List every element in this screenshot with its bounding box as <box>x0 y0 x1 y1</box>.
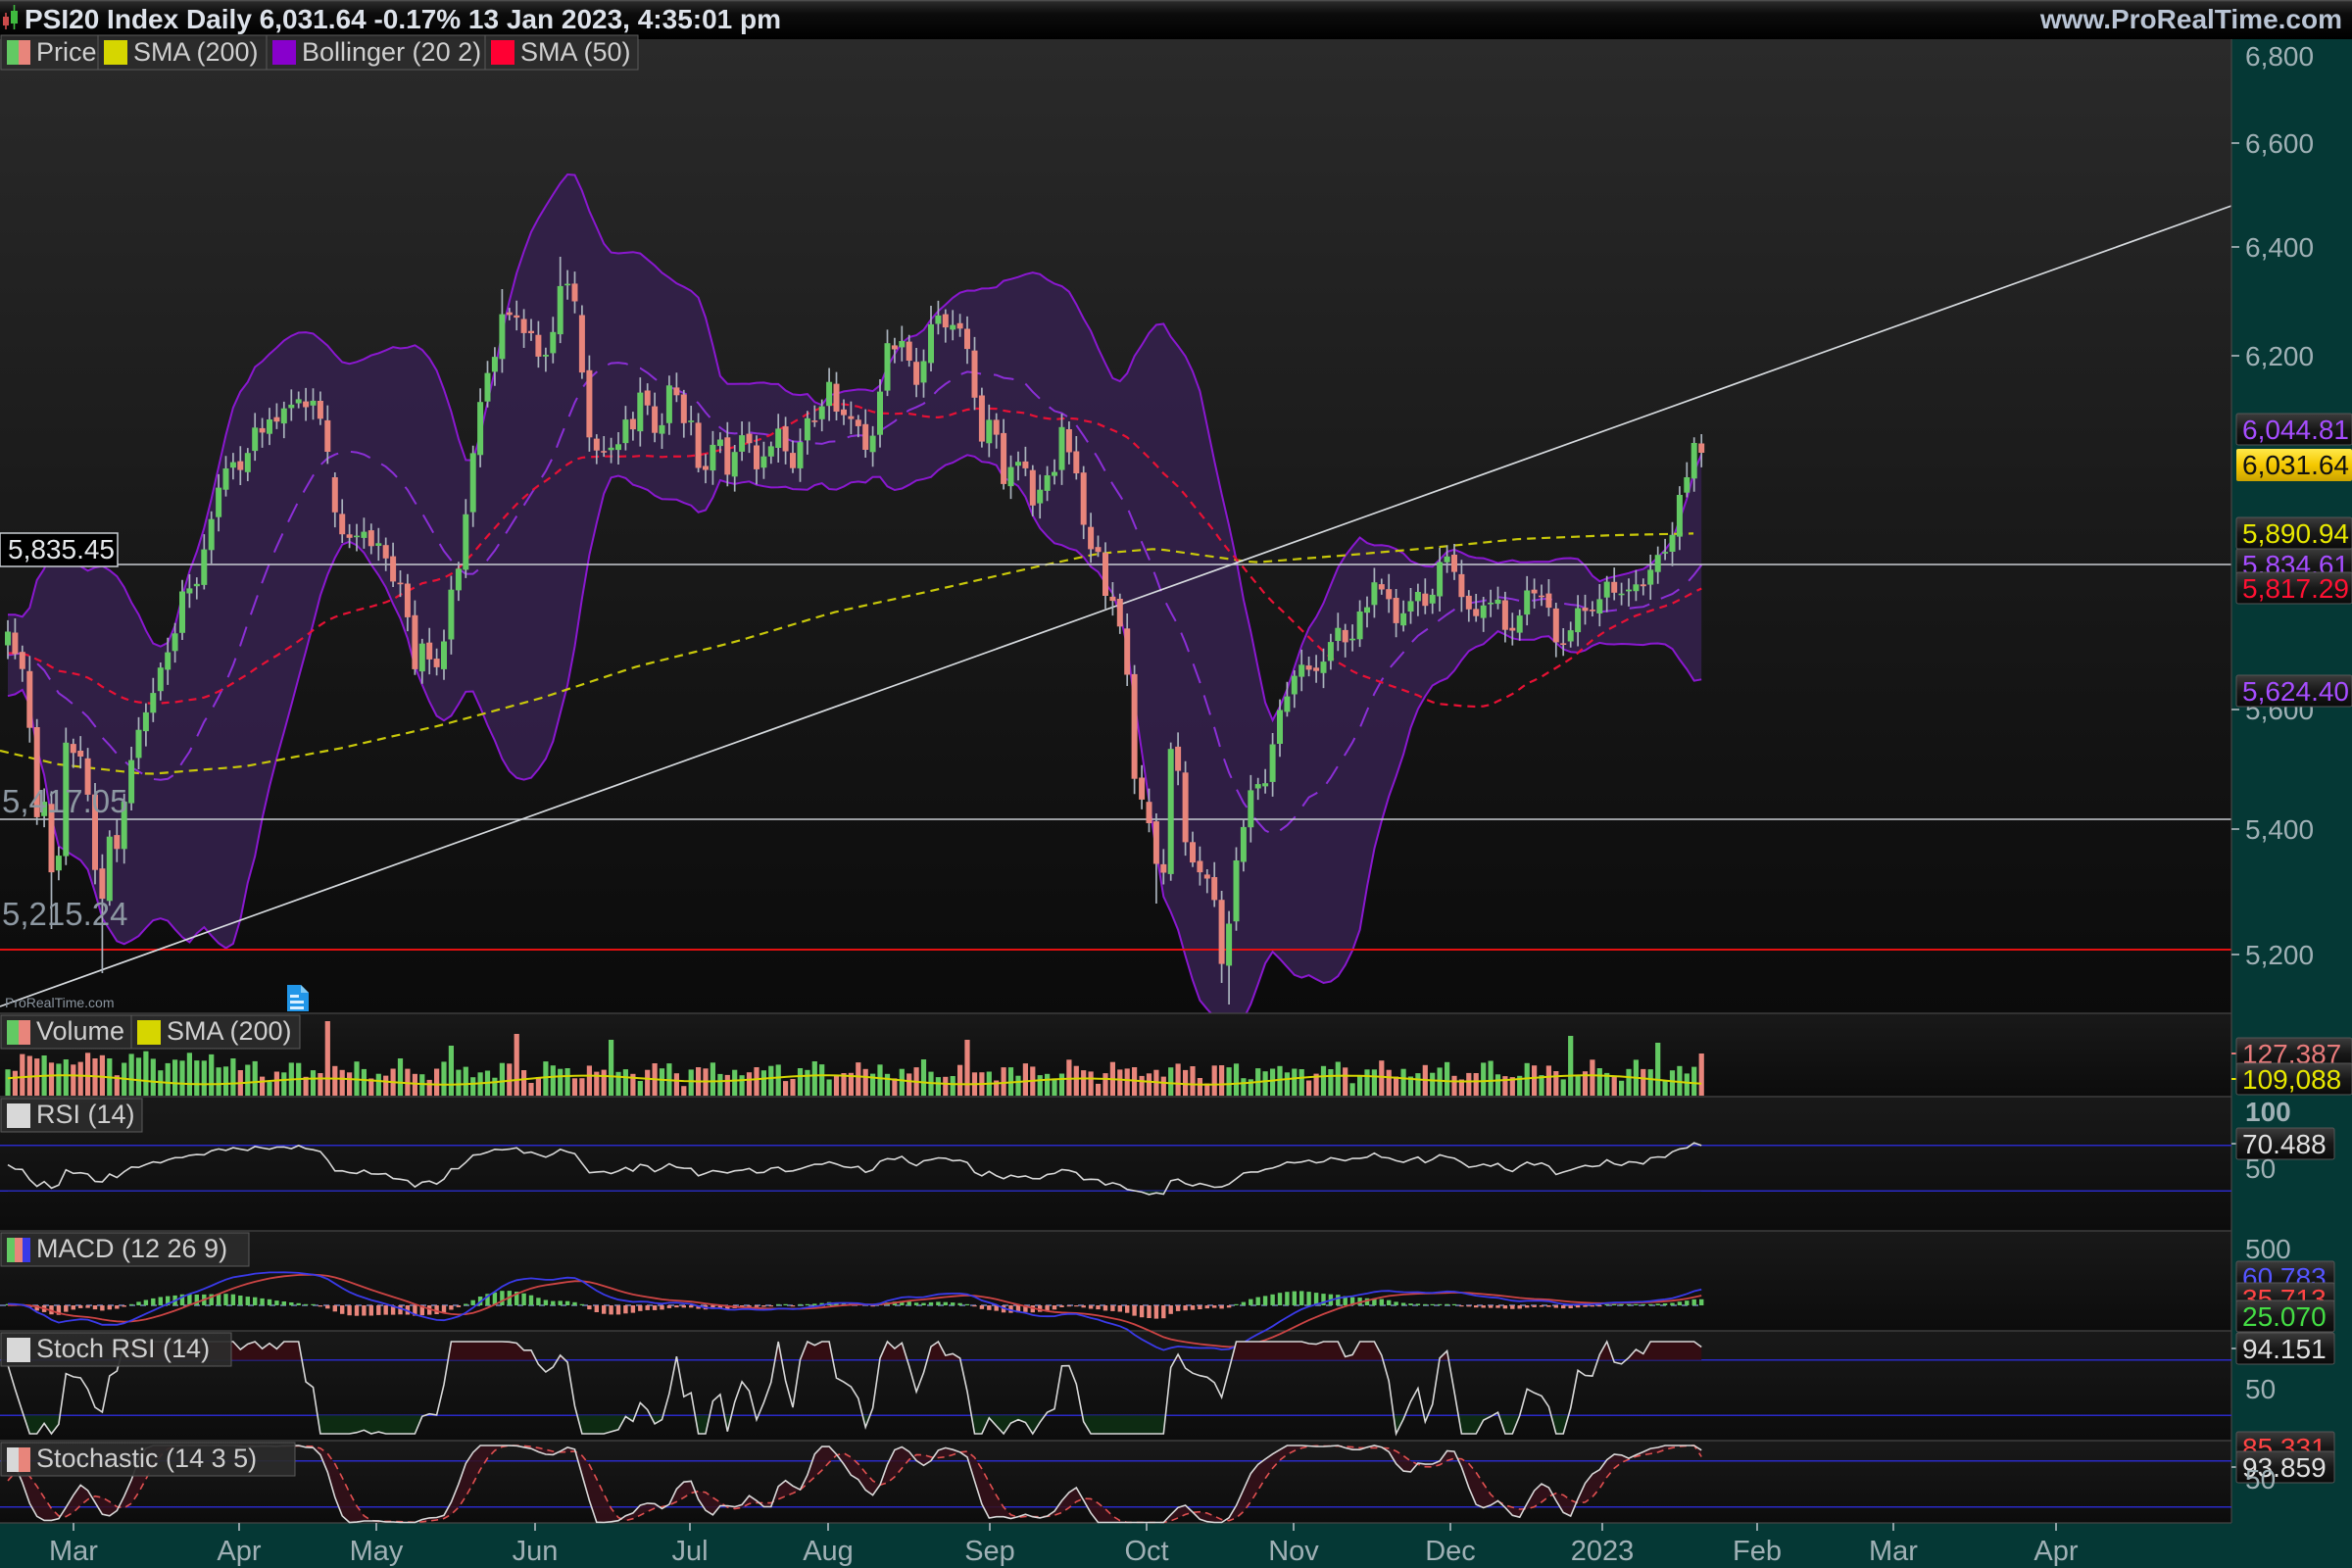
svg-text:25.070: 25.070 <box>2242 1301 2327 1332</box>
svg-text:5,215.24: 5,215.24 <box>2 896 127 932</box>
svg-text:94.151: 94.151 <box>2242 1334 2327 1364</box>
svg-text:Nov: Nov <box>1268 1536 1319 1567</box>
svg-text:6,031.64: 6,031.64 <box>2242 450 2349 480</box>
svg-text:SMA (200): SMA (200) <box>133 37 259 67</box>
svg-text:Apr: Apr <box>2034 1536 2078 1567</box>
svg-text:Jul: Jul <box>671 1536 708 1567</box>
svg-text:ProRealTime.com: ProRealTime.com <box>5 995 115 1010</box>
svg-text:5,400: 5,400 <box>2245 814 2314 845</box>
svg-text:Feb: Feb <box>1733 1536 1782 1567</box>
svg-text:6,044.81: 6,044.81 <box>2242 415 2349 445</box>
svg-text:Price: Price <box>36 37 97 67</box>
svg-text:MACD (12 26 9): MACD (12 26 9) <box>36 1234 227 1263</box>
svg-text:Bollinger (20 2): Bollinger (20 2) <box>302 37 481 67</box>
svg-text:5,817.29: 5,817.29 <box>2242 573 2349 604</box>
svg-text:5,200: 5,200 <box>2245 940 2314 970</box>
svg-text:Apr: Apr <box>217 1536 261 1567</box>
svg-text:50: 50 <box>2245 1153 2276 1184</box>
svg-text:100: 100 <box>2245 1097 2291 1127</box>
svg-text:Volume: Volume <box>36 1016 124 1046</box>
svg-text:50: 50 <box>2245 1374 2276 1404</box>
svg-text:Stochastic (14 3 5): Stochastic (14 3 5) <box>36 1444 257 1473</box>
svg-text:6,400: 6,400 <box>2245 232 2314 263</box>
svg-text:PSI20 Index Daily 6,031.64 -0.: PSI20 Index Daily 6,031.64 -0.17% 13 Jan… <box>24 4 781 34</box>
svg-text:May: May <box>350 1536 404 1567</box>
svg-text:6,200: 6,200 <box>2245 341 2314 371</box>
svg-text:Dec: Dec <box>1425 1536 1476 1567</box>
svg-text:6,800: 6,800 <box>2245 41 2314 72</box>
svg-text:SMA (50): SMA (50) <box>520 37 631 67</box>
svg-text:50: 50 <box>2245 1464 2276 1494</box>
svg-text:5,835.45: 5,835.45 <box>8 534 115 564</box>
svg-text:Jun: Jun <box>513 1536 559 1567</box>
svg-text:6,600: 6,600 <box>2245 128 2314 159</box>
svg-text:RSI (14): RSI (14) <box>36 1100 135 1129</box>
svg-text:Stoch RSI (14): Stoch RSI (14) <box>36 1334 210 1363</box>
svg-text:5,417.05: 5,417.05 <box>2 783 127 819</box>
svg-text:SMA (200): SMA (200) <box>167 1016 292 1046</box>
svg-text:Sep: Sep <box>964 1536 1015 1567</box>
svg-text:500: 500 <box>2245 1234 2291 1264</box>
svg-text:Mar: Mar <box>1869 1536 1918 1567</box>
svg-text:5,624.40: 5,624.40 <box>2242 676 2349 707</box>
svg-text:Aug: Aug <box>803 1536 854 1567</box>
svg-text:5,890.94: 5,890.94 <box>2242 518 2349 549</box>
svg-text:www.ProRealTime.com: www.ProRealTime.com <box>2039 4 2342 34</box>
svg-text:Mar: Mar <box>49 1536 98 1567</box>
svg-text:2023: 2023 <box>1571 1536 1635 1567</box>
svg-text:Oct: Oct <box>1124 1536 1168 1567</box>
svg-text:109,088: 109,088 <box>2242 1064 2341 1095</box>
